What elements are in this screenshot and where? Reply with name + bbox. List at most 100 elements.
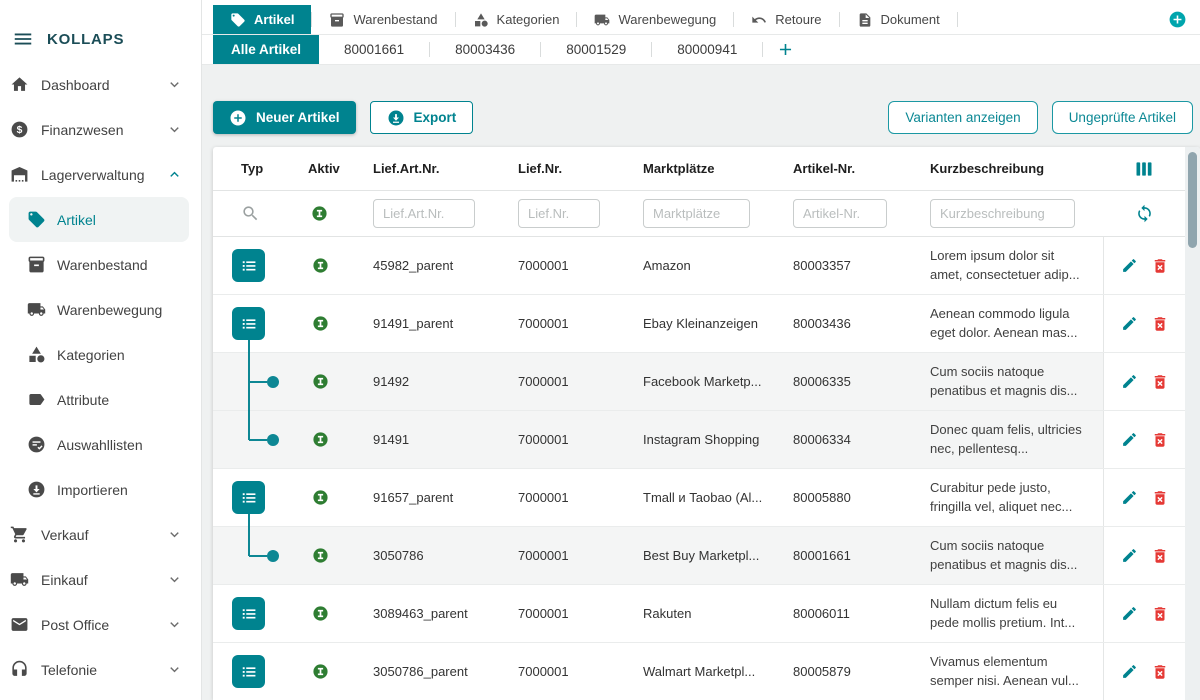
edit-row-button[interactable]: [1121, 315, 1138, 332]
tree-elbow: [249, 439, 267, 441]
kurzbeschreibung-cell: Curabitur pede justo, fringilla vel, ali…: [915, 479, 1103, 516]
subtab-80001529[interactable]: 80001529: [541, 35, 651, 64]
tab-artikel[interactable]: Artikel: [213, 5, 311, 34]
active-status-icon: [293, 257, 358, 274]
sidebar-item-importieren[interactable]: Importieren: [9, 467, 189, 512]
lief-nr-cell: 7000001: [503, 432, 628, 447]
kategorien-icon: [27, 345, 46, 364]
tree-elbow: [249, 555, 267, 557]
type-cell: [213, 353, 293, 410]
delete-row-button[interactable]: [1151, 663, 1169, 681]
subtab-alle-artikel[interactable]: Alle Artikel: [213, 35, 319, 64]
edit-row-button[interactable]: [1121, 489, 1138, 506]
sidebar-item-post-office[interactable]: Post Office: [0, 602, 201, 647]
delete-row-button[interactable]: [1151, 257, 1169, 275]
tab-label: Retoure: [775, 12, 821, 27]
new-article-button[interactable]: Neuer Artikel: [213, 101, 356, 134]
sidebar-item-artikel[interactable]: Artikel: [9, 197, 189, 242]
sidebar-item-einkauf[interactable]: Einkauf: [0, 557, 201, 602]
add-article-tab-button[interactable]: [776, 35, 795, 64]
delete-row-button[interactable]: [1151, 489, 1169, 507]
sidebar-item-telefonie[interactable]: Telefonie: [0, 647, 201, 692]
artikel-nr-cell: 80006334: [778, 432, 915, 447]
scrollbar-thumb[interactable]: [1188, 152, 1197, 248]
sidebar-item-finanzwesen[interactable]: $Finanzwesen: [0, 107, 201, 152]
table-header: TypAktivLief.Art.Nr.Lief.Nr.MarktplätzeA…: [213, 147, 1200, 191]
kategorien-icon: [473, 12, 489, 28]
parent-type-icon[interactable]: [232, 655, 265, 688]
parent-type-icon[interactable]: [232, 307, 265, 340]
delete-row-button[interactable]: [1151, 605, 1169, 623]
menu-icon[interactable]: [12, 28, 34, 50]
sidebar-item-kategorien[interactable]: Kategorien: [9, 332, 189, 377]
edit-row-button[interactable]: [1121, 431, 1138, 448]
retoure-icon: [751, 12, 767, 28]
type-cell: [213, 585, 293, 642]
active-filter-icon[interactable]: [293, 205, 358, 222]
scrollbar-track[interactable]: [1185, 147, 1200, 700]
show-variants-button[interactable]: Varianten anzeigen: [888, 101, 1037, 134]
edit-row-button[interactable]: [1121, 373, 1138, 390]
sidebar-item-warenbestand[interactable]: Warenbestand: [9, 242, 189, 287]
table-row: 30507867000001Best Buy Marketpl...800016…: [213, 527, 1200, 585]
filter-input-artikel-nr[interactable]: [793, 199, 887, 228]
tab-warenbewegung[interactable]: Warenbewegung: [577, 5, 733, 34]
sidebar-item-label: Auswahllisten: [57, 437, 143, 453]
filter-cell: [503, 199, 628, 228]
sidebar-item-label: Importieren: [57, 482, 128, 498]
subtab-80000941[interactable]: 80000941: [652, 35, 762, 64]
delete-row-button[interactable]: [1151, 373, 1169, 391]
importieren-icon: [27, 480, 46, 499]
tree-line: [248, 514, 250, 527]
parent-type-icon[interactable]: [232, 597, 265, 630]
delete-row-button[interactable]: [1151, 547, 1169, 565]
tab-warenbestand[interactable]: Warenbestand: [312, 5, 454, 34]
row-actions: [1103, 411, 1185, 468]
sidebar-item-dashboard[interactable]: Dashboard: [0, 62, 201, 107]
edit-row-button[interactable]: [1121, 547, 1138, 564]
tab-kategorien[interactable]: Kategorien: [456, 5, 577, 34]
sidebar-item-lagerverwaltung[interactable]: Lagerverwaltung: [0, 152, 201, 197]
row-actions: [1103, 469, 1185, 526]
filter-input-lief-art-nr[interactable]: [373, 199, 475, 228]
search-icon[interactable]: [213, 204, 293, 223]
marktplatz-cell: Tmall и Taobao (Al...: [628, 490, 778, 505]
sidebar-item-attribute[interactable]: Attribute: [9, 377, 189, 422]
tree-node-dot: [267, 550, 279, 562]
column-settings-icon[interactable]: [1103, 159, 1185, 179]
subtab-80001661[interactable]: 80001661: [319, 35, 429, 64]
parent-type-icon[interactable]: [232, 481, 265, 514]
subtab-80003436[interactable]: 80003436: [430, 35, 540, 64]
kurzbeschreibung-cell: Cum sociis natoque penatibus et magnis d…: [915, 537, 1103, 574]
row-actions: [1103, 527, 1185, 584]
delete-row-button[interactable]: [1151, 431, 1169, 449]
export-button[interactable]: Export: [370, 101, 474, 134]
sidebar-item-label: Finanzwesen: [41, 122, 124, 138]
active-status-icon: [293, 431, 358, 448]
artikel-nr-cell: 80003357: [778, 258, 915, 273]
edit-row-button[interactable]: [1121, 257, 1138, 274]
tab-dokument[interactable]: Dokument: [840, 5, 957, 34]
main-area: ArtikelWarenbestandKategorienWarenbewegu…: [202, 0, 1200, 700]
lief-nr-cell: 7000001: [503, 664, 628, 679]
unchecked-articles-button[interactable]: Ungeprüfte Artikel: [1052, 101, 1193, 134]
sidebar-item-label: Artikel: [57, 212, 96, 228]
lief-art-nr-cell: 91491_parent: [358, 316, 503, 331]
table-row: 91491_parent7000001Ebay Kleinanzeigen800…: [213, 295, 1200, 353]
delete-row-button[interactable]: [1151, 315, 1169, 333]
filter-input-lief-nr[interactable]: [518, 199, 600, 228]
add-tab-button[interactable]: [1168, 10, 1187, 29]
subtab-label: 80003436: [455, 42, 515, 57]
articles-table: TypAktivLief.Art.Nr.Lief.Nr.MarktplätzeA…: [213, 147, 1200, 700]
marktplatz-cell: Facebook Marketp...: [628, 374, 778, 389]
filter-input-marktpl-tze[interactable]: [643, 199, 750, 228]
parent-type-icon[interactable]: [232, 249, 265, 282]
refresh-icon[interactable]: [1103, 204, 1185, 223]
sidebar-item-verkauf[interactable]: Verkauf: [0, 512, 201, 557]
filter-input-kurzbeschreibung[interactable]: [930, 199, 1075, 228]
tab-retoure[interactable]: Retoure: [734, 5, 838, 34]
edit-row-button[interactable]: [1121, 605, 1138, 622]
sidebar-item-warenbewegung[interactable]: Warenbewegung: [9, 287, 189, 332]
sidebar-item-auswahllisten[interactable]: Auswahllisten: [9, 422, 189, 467]
edit-row-button[interactable]: [1121, 663, 1138, 680]
